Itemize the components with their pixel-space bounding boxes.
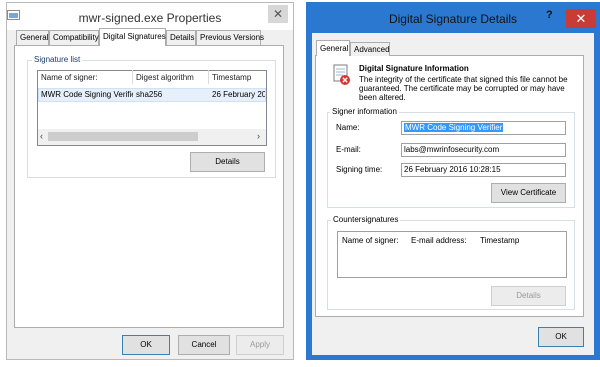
- properties-title: mwr-signed.exe Properties: [78, 11, 222, 25]
- apply-button[interactable]: Apply: [236, 335, 284, 355]
- email-field[interactable]: labs@mwrinfosecurity.com: [401, 143, 566, 157]
- column-header-timestamp[interactable]: Timestamp: [480, 236, 519, 245]
- name-label: Name:: [336, 123, 360, 132]
- ok-button[interactable]: OK: [122, 335, 170, 355]
- tab-compatibility[interactable]: Compatibility: [49, 30, 99, 45]
- cancel-button[interactable]: Cancel: [178, 335, 230, 355]
- tab-details[interactable]: Details: [166, 30, 196, 45]
- cell-signer-name: MWR Code Signing Verifier: [41, 90, 133, 99]
- column-divider[interactable]: [208, 70, 209, 84]
- signature-list-label: Signature list: [32, 55, 83, 64]
- scrollbar-thumb[interactable]: [48, 132, 198, 141]
- signature-details-close-icon[interactable]: ✕: [566, 9, 596, 28]
- name-value: MWR Code Signing Verifier: [404, 123, 504, 132]
- signer-information-label: Signer information: [330, 107, 399, 116]
- info-description: The integrity of the certificate that si…: [359, 75, 568, 102]
- tab-general[interactable]: General: [316, 40, 350, 56]
- view-certificate-button[interactable]: View Certificate: [491, 183, 566, 203]
- signature-details-title: Digital Signature Details: [388, 12, 518, 26]
- tab-general[interactable]: General: [16, 30, 49, 45]
- countersignature-details-button[interactable]: Details: [491, 286, 566, 306]
- email-label: E-mail:: [336, 145, 361, 154]
- scroll-left-icon[interactable]: ‹: [40, 131, 43, 141]
- tab-advanced[interactable]: Advanced: [350, 42, 390, 56]
- scroll-right-icon[interactable]: ›: [257, 131, 260, 141]
- ok-button[interactable]: OK: [538, 327, 584, 347]
- help-icon[interactable]: ?: [546, 9, 553, 21]
- certificate-warning-icon: [333, 64, 350, 85]
- column-header-email[interactable]: E-mail address:: [411, 236, 467, 245]
- signing-time-label: Signing time:: [336, 165, 383, 174]
- countersignatures-label: Countersignatures: [331, 215, 401, 224]
- info-heading: Digital Signature Information: [359, 64, 469, 73]
- column-header-digest[interactable]: Digest algorithm: [136, 73, 194, 82]
- cell-timestamp: 26 February 20: [212, 90, 265, 99]
- tab-previous-versions[interactable]: Previous Versions: [196, 30, 264, 45]
- signing-time-field[interactable]: 26 February 2016 10:28:15: [401, 163, 566, 177]
- column-header-timestamp[interactable]: Timestamp: [212, 73, 251, 82]
- column-header-name[interactable]: Name of signer:: [342, 236, 398, 245]
- details-button[interactable]: Details: [190, 152, 265, 172]
- column-header-name[interactable]: Name of signer:: [41, 73, 97, 82]
- tab-digital-signatures[interactable]: Digital Signatures: [99, 28, 166, 46]
- properties-close-icon[interactable]: ✕: [268, 5, 288, 23]
- name-field[interactable]: MWR Code Signing Verifier: [401, 121, 566, 135]
- column-divider[interactable]: [132, 70, 133, 84]
- cell-digest: sha256: [136, 90, 163, 99]
